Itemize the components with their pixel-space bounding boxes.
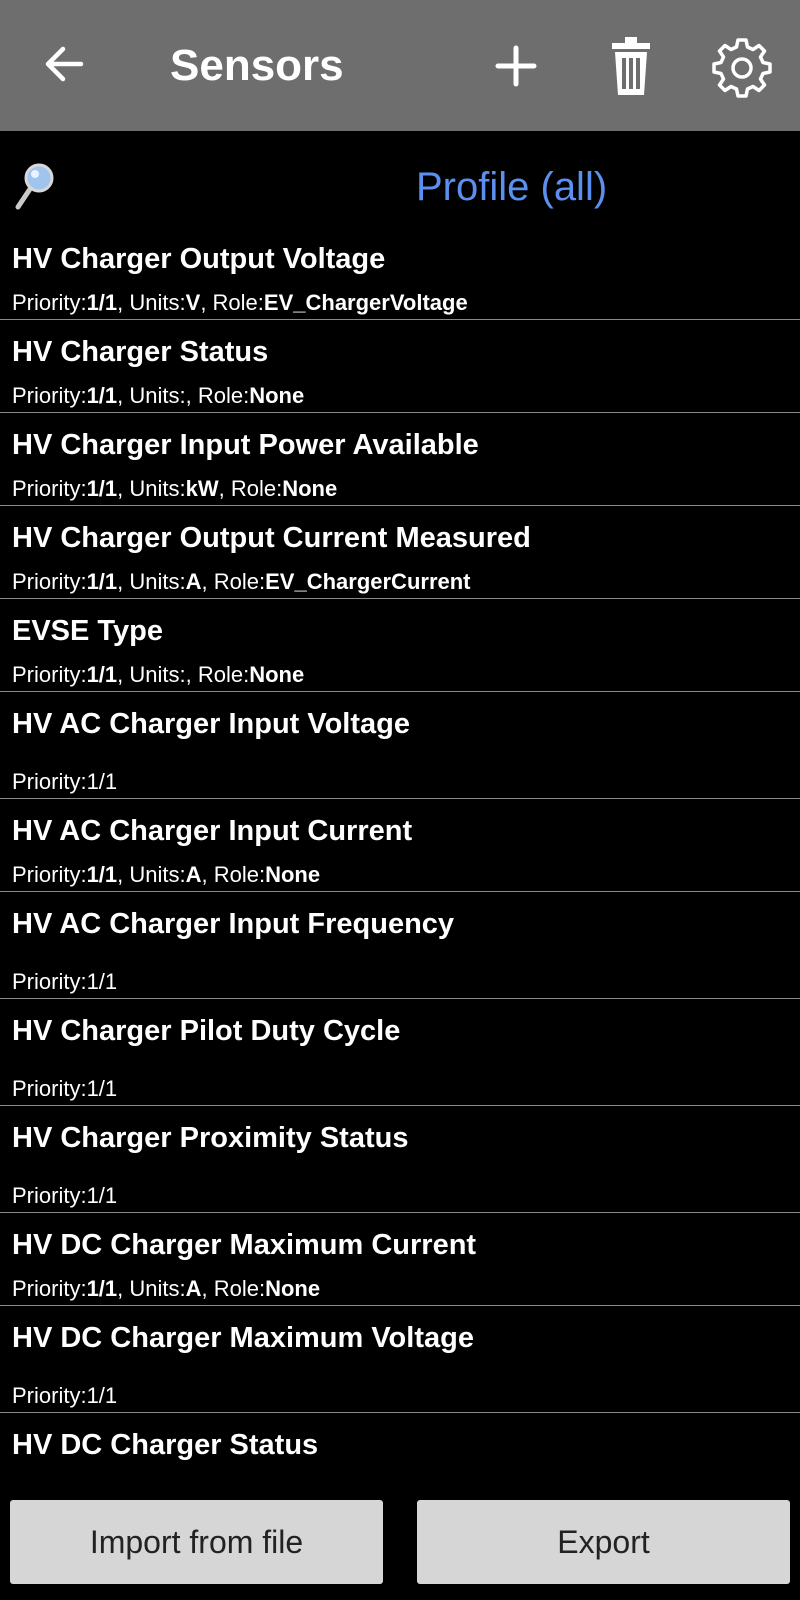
sensor-name: HV AC Charger Input Current (12, 815, 413, 847)
sensor-details: Priority:1/1, Units:, Role:None (12, 662, 305, 687)
sensor-row[interactable]: HV AC Charger Input Current Priority:1/1,… (0, 799, 800, 892)
detail-value: None (249, 662, 305, 687)
sensor-name: HV DC Charger Maximum Current (12, 1229, 477, 1261)
sensor-row[interactable]: HV AC Charger Input Voltage Priority:1/1 (0, 692, 800, 799)
sensor-name: HV AC Charger Input Frequency (12, 908, 455, 940)
detail-value: 1/1 (86, 862, 118, 887)
sensor-details: Priority:1/1 (12, 769, 118, 794)
sensor-row[interactable]: HV Charger Proximity Status Priority:1/1 (0, 1106, 800, 1213)
detail-value: 1/1 (86, 1076, 118, 1101)
sensor-details: Priority:1/1 (12, 1383, 118, 1408)
detail-value: 1/1 (86, 769, 118, 794)
page-title: Sensors (170, 41, 344, 90)
detail-value: 1/1 (86, 476, 118, 501)
sensor-details: Priority:1/1, Units:, Role:None (12, 383, 305, 408)
arrow-left-icon (45, 46, 84, 82)
footer-bar: Import from file Export (0, 1472, 800, 1600)
sensor-details: Priority:1/1 (12, 1183, 118, 1208)
delete-button[interactable] (603, 33, 659, 99)
back-button[interactable] (38, 38, 90, 90)
export-button[interactable]: Export (417, 1500, 790, 1584)
detail-value: EV_ChargerCurrent (265, 569, 471, 594)
magnifier-icon (15, 163, 54, 210)
sensor-name: HV Charger Pilot Duty Cycle (12, 1015, 401, 1047)
detail-value: V (185, 290, 201, 315)
detail-value: 1/1 (86, 569, 118, 594)
detail-value: EV_ChargerVoltage (263, 290, 468, 315)
sensor-name: HV Charger Input Power Available (12, 429, 479, 461)
detail-value: 1/1 (86, 290, 118, 315)
sensor-name: HV Charger Proximity Status (12, 1122, 409, 1154)
sensor-name: HV Charger Output Voltage (12, 243, 386, 275)
gear-icon (712, 38, 772, 98)
detail-value: A (185, 1276, 202, 1301)
sensor-list: HV Charger Output Voltage Priority:1/1, U… (0, 227, 800, 1472)
sensor-name: HV AC Charger Input Voltage (12, 708, 410, 740)
settings-button[interactable] (710, 34, 774, 98)
detail-value: 1/1 (86, 662, 118, 687)
sensor-row[interactable]: EVSE Type Priority:1/1, Units:, Role:None (0, 599, 800, 692)
detail-value: None (265, 862, 321, 887)
sensor-row[interactable]: HV Charger Output Voltage Priority:1/1, U… (0, 227, 800, 320)
sensor-details: Priority:1/1 (12, 969, 118, 994)
detail-value: None (249, 383, 305, 408)
sensor-name: HV Charger Status (12, 336, 269, 368)
sensor-name: EVSE Type (12, 615, 163, 647)
detail-value: 1/1 (86, 1383, 118, 1408)
sensor-details: Priority:1/1 (12, 1076, 118, 1101)
profile-selector[interactable]: Profile (all) (416, 161, 607, 213)
detail-value: 1/1 (86, 383, 118, 408)
sensor-row[interactable]: HV Charger Pilot Duty Cycle Priority:1/1 (0, 999, 800, 1106)
detail-value: A (185, 862, 202, 887)
trash-icon (612, 37, 650, 95)
sensor-row[interactable]: HV DC Charger Status (0, 1413, 800, 1472)
sensor-details: Priority:1/1, Units:A, Role:None (12, 862, 321, 887)
sensor-row[interactable]: HV DC Charger Maximum Current Priority:1/… (0, 1213, 800, 1306)
app-bar: Sensors (0, 0, 800, 131)
sensor-details: Priority:1/1, Units:A, Role:EV_ChargerCu… (12, 569, 471, 594)
sensor-details: Priority:1/1, Units:A, Role:None (12, 1276, 321, 1301)
sensor-row[interactable]: HV Charger Status Priority:1/1, Units:, R… (0, 320, 800, 413)
search-button[interactable] (12, 161, 58, 213)
detail-value: A (185, 569, 202, 594)
detail-value: 1/1 (86, 1183, 118, 1208)
detail-value: None (265, 1276, 321, 1301)
add-sensor-button[interactable] (488, 38, 544, 94)
sensor-details: Priority:1/1, Units:V, Role:EV_ChargerVo… (12, 290, 468, 315)
sensor-row[interactable]: HV AC Charger Input Frequency Priority:1/… (0, 892, 800, 999)
sensor-row[interactable]: HV DC Charger Maximum Voltage Priority:1/… (0, 1306, 800, 1413)
filter-row: Profile (all) (0, 131, 800, 227)
sensor-details: Priority:1/1, Units:kW, Role:None (12, 476, 338, 501)
sensor-name: HV DC Charger Maximum Voltage (12, 1322, 474, 1354)
detail-value: None (282, 476, 338, 501)
detail-value: 1/1 (86, 1276, 118, 1301)
sensor-name: HV Charger Output Current Measured (12, 522, 531, 554)
sensor-row[interactable]: HV Charger Input Power Available Priority… (0, 413, 800, 506)
import-from-file-button[interactable]: Import from file (10, 1500, 383, 1584)
detail-value: 1/1 (86, 969, 118, 994)
plus-icon (495, 45, 537, 87)
sensor-name: HV DC Charger Status (12, 1429, 319, 1461)
detail-value: kW (185, 476, 219, 501)
sensor-row[interactable]: HV Charger Output Current Measured Priori… (0, 506, 800, 599)
